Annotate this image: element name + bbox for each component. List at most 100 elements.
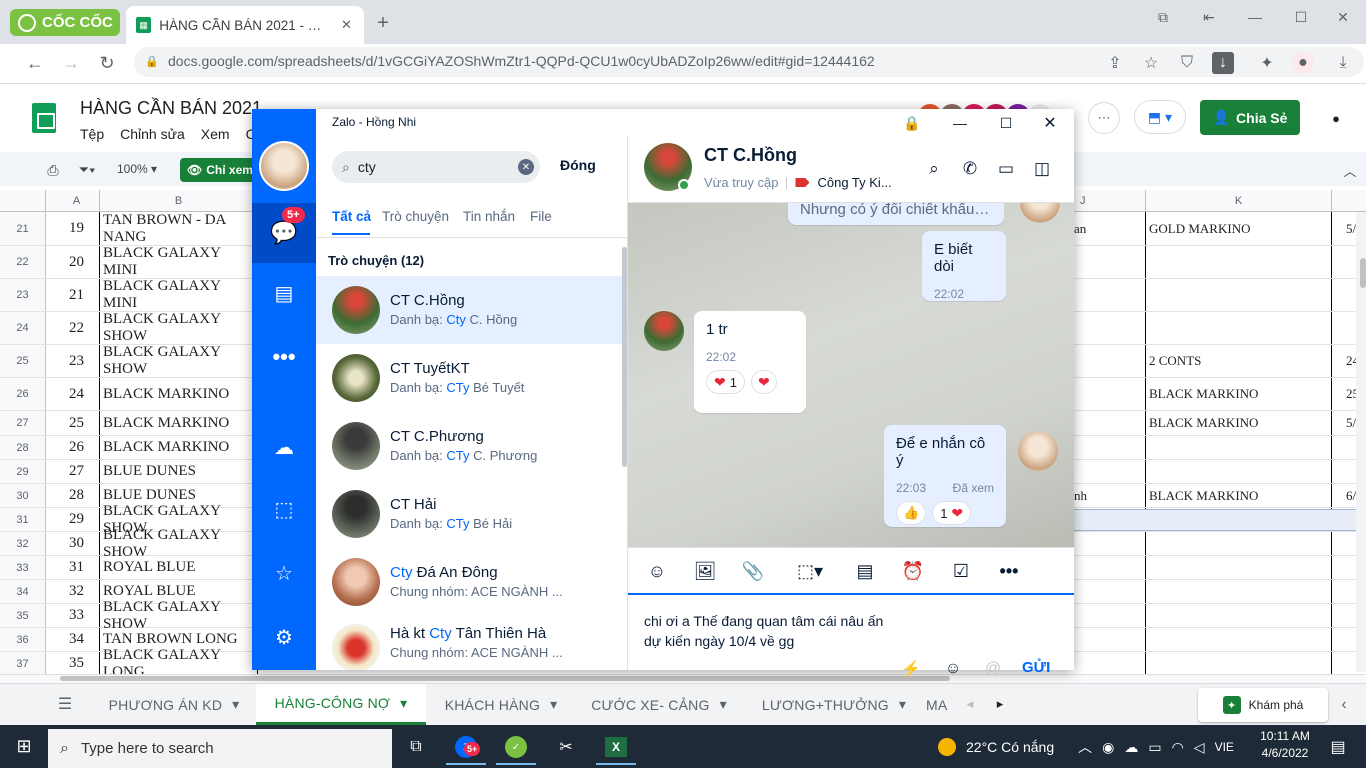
bookmark-star-icon[interactable]: ☆ (1140, 52, 1162, 74)
row-number[interactable]: 34 (0, 580, 46, 603)
restore-tabs-icon[interactable]: ⇤ (1186, 6, 1232, 28)
taskbar-clock[interactable]: 10:11 AM 4/6/2022 (1256, 728, 1314, 766)
vertical-scroll-thumb[interactable] (1360, 258, 1366, 288)
taskbar-snip-app[interactable]: ✂ (546, 731, 586, 765)
cell-j[interactable] (1074, 604, 1146, 627)
menu-file[interactable]: Tệp (80, 126, 104, 142)
lock-icon[interactable]: 🔒 (145, 54, 159, 68)
cell-a[interactable]: 29 (54, 508, 100, 531)
my-avatar[interactable] (259, 141, 309, 191)
extensions-puzzle-icon[interactable]: ✦ (1256, 52, 1278, 74)
url-text[interactable]: docs.google.com/spreadsheets/d/1vGCGiYAZ… (168, 53, 1088, 69)
cell-a[interactable]: 25 (54, 411, 100, 435)
row-number[interactable]: 27 (0, 411, 46, 435)
cell-k[interactable]: BLACK MARKINO (1146, 411, 1332, 435)
message-bubble-outgoing[interactable]: Để e nhắn cô ý 22:03 Đã xem 👍 1 ❤ (884, 425, 1006, 527)
back-arrow-icon[interactable]: ← (22, 52, 48, 74)
message-bubble-incoming[interactable]: 1 tr 22:02 ❤ 1 ❤ (694, 311, 806, 413)
row-number[interactable]: 36 (0, 628, 46, 651)
cell-b[interactable]: BLACK GALAXY LONG (100, 647, 258, 680)
cell-j[interactable] (1074, 345, 1146, 377)
sheet-tab-active[interactable]: HÀNG-CÔNG NỢ ▾ (256, 684, 426, 725)
nav-contacts[interactable]: ▤ (252, 265, 316, 321)
scroll-tabs-left-icon[interactable]: ◂ (960, 694, 980, 714)
row-number[interactable]: 28 (0, 436, 46, 459)
row-number[interactable]: 32 (0, 532, 46, 555)
sheet-tab[interactable]: LƯƠNG+THƯỞNG ▾ (744, 684, 924, 725)
account-avatar[interactable]: ● (1318, 100, 1354, 136)
row-number[interactable]: 37 (0, 652, 46, 675)
cell-a[interactable]: 35 (54, 652, 100, 675)
wifi-icon[interactable]: ◠ (1172, 739, 1184, 756)
horizontal-scroll-thumb[interactable] (60, 676, 950, 681)
contact-card-icon[interactable]: ▤ (850, 556, 880, 586)
row-number[interactable]: 35 (0, 604, 46, 627)
row-number[interactable]: 23 (0, 279, 46, 311)
contact-name[interactable]: CT C.Hồng (704, 145, 797, 166)
all-sheets-menu-icon[interactable]: ☰ (52, 692, 78, 716)
sheets-logo-icon[interactable] (32, 103, 56, 133)
search-icon[interactable]: ⌕ (920, 155, 948, 183)
filter-files[interactable]: File (530, 209, 552, 224)
cell-a[interactable]: 34 (54, 628, 100, 651)
nav-more[interactable]: ••• (252, 329, 316, 385)
cell-j[interactable]: an (1074, 212, 1146, 245)
cell-k[interactable] (1146, 556, 1332, 579)
taskbar-coccoc-app[interactable]: ✓ (496, 731, 536, 765)
document-title[interactable]: HÀNG CẦN BÁN 2021 (80, 98, 262, 119)
lock-icon[interactable]: 🔒 (898, 113, 926, 133)
cell-b[interactable]: BLACK GALAXY SHOW (100, 344, 258, 377)
result-item[interactable]: CT TuyếtKT Danh bạ: CTy Bé Tuyết (316, 344, 622, 412)
sheet-tab[interactable]: KHÁCH HÀNG ▾ (428, 684, 574, 725)
nav-settings[interactable]: ⚙ (252, 609, 316, 665)
mention-icon[interactable]: @ (980, 656, 1006, 682)
cell-a[interactable]: 27 (54, 460, 100, 483)
cell-a[interactable]: 33 (54, 604, 100, 627)
cell-a[interactable]: 30 (54, 532, 100, 555)
reload-icon[interactable]: ↻ (94, 52, 120, 74)
cell-k[interactable]: BLACK MARKINO (1146, 378, 1332, 410)
collapse-toolbar-icon[interactable]: ︿ (1340, 160, 1360, 180)
cell-k[interactable] (1146, 628, 1332, 651)
filter-icon[interactable]: ⏷▾ (72, 160, 102, 180)
cell-b[interactable]: BLACK GALAXY SHOW (100, 599, 258, 632)
send-button[interactable]: GỬI (1022, 659, 1050, 676)
cell-a[interactable]: 23 (54, 345, 100, 377)
view-only-button[interactable]: 👁 Chỉ xem (180, 158, 260, 182)
side-panel-toggle-icon[interactable]: ‹ (1334, 694, 1354, 716)
present-button[interactable]: ⬒ ▾ (1134, 100, 1186, 134)
camera-icon[interactable]: ◉ (1102, 739, 1114, 756)
reaction-count[interactable]: 1 ❤ (932, 501, 972, 525)
clear-search-icon[interactable]: ✕ (518, 159, 534, 175)
search-input[interactable]: ⌕ cty (332, 151, 540, 183)
start-windows-icon[interactable]: ⊞ (0, 725, 48, 768)
like-reaction-button[interactable]: 👍 (896, 501, 927, 525)
sheet-tab[interactable]: CƯỚC XE- CẢNG ▾ (576, 684, 742, 725)
reminder-clock-icon[interactable]: ⏰ (898, 556, 928, 586)
onedrive-cloud-icon[interactable]: ☁ (1124, 739, 1138, 756)
cell-j[interactable] (1074, 652, 1146, 675)
comment-history-icon[interactable]: ⋯ (1088, 102, 1120, 134)
row-number[interactable]: 33 (0, 556, 46, 579)
scroll-tabs-right-icon[interactable]: ▸ (990, 694, 1010, 714)
row-number[interactable]: 29 (0, 460, 46, 483)
cell-k[interactable]: 2 CONTS (1146, 345, 1332, 377)
nav-cloud[interactable]: ☁ (252, 419, 316, 475)
quick-message-icon[interactable]: ⚡ (898, 656, 924, 682)
cell-k[interactable] (1146, 532, 1332, 555)
cell-j[interactable] (1074, 532, 1146, 555)
cell-b[interactable]: BLACK MARKINO (100, 436, 258, 459)
reaction-count[interactable]: ❤ 1 (706, 370, 745, 394)
share-button[interactable]: 👤 Chia Sẻ (1200, 100, 1300, 135)
video-call-icon[interactable]: ▭ (992, 155, 1020, 183)
zalo-maximize-button[interactable]: ☐ (992, 113, 1020, 133)
phone-call-icon[interactable]: ✆ (956, 155, 984, 183)
row-number[interactable]: 21 (0, 212, 46, 245)
cell-j[interactable] (1074, 460, 1146, 483)
result-item[interactable]: CT C.Hồng Danh bạ: Cty C. Hồng (316, 276, 622, 344)
close-button[interactable]: ✕ (1320, 6, 1366, 28)
cell-a[interactable]: 24 (54, 378, 100, 410)
cell-j[interactable] (1074, 312, 1146, 344)
explore-button[interactable]: ✦ Khám phá (1198, 688, 1328, 722)
add-reaction-button[interactable]: ❤ (750, 370, 777, 394)
